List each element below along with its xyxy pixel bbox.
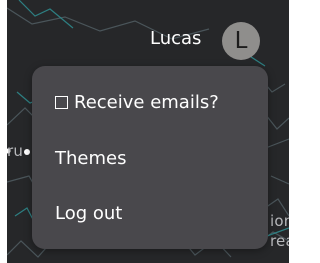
map-place-label: ion [270,212,289,230]
receive-emails-menu-item[interactable]: Receive emails? [55,92,219,114]
receive-emails-label: Receive emails? [74,92,219,113]
map-place-label: ru [7,142,24,160]
themes-menu-item[interactable]: Themes [55,148,126,170]
user-dropdown-menu: Receive emails? Themes Log out [32,66,268,249]
user-name: Lucas [150,28,202,49]
map-marker-icon [24,149,30,155]
map-place-label: rea [270,232,289,250]
checkbox-unchecked-icon[interactable] [55,96,68,109]
log-out-menu-item[interactable]: Log out [55,203,122,225]
avatar[interactable]: L [222,22,260,60]
